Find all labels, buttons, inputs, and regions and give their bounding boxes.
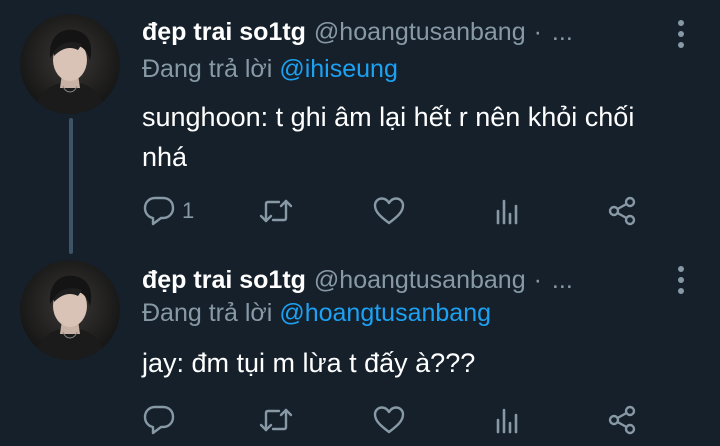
reply-count: 1 [182,198,195,223]
avatar[interactable] [20,260,120,360]
tweet-actions: 1 [142,193,662,229]
retweet-icon [259,199,293,223]
retweet-button[interactable] [258,193,294,229]
share-icon [608,196,636,226]
replying-to-label: Đang trả lời [142,55,273,83]
replying-to: Đang trả lời @ihiseung [142,55,398,84]
reply-button[interactable] [142,402,182,438]
display-name[interactable]: đẹp trai so1tg [142,18,306,47]
user-handle[interactable]: @hoangtusanbang [314,266,526,295]
like-icon [373,197,405,225]
tweet[interactable]: đẹp trai so1tg @hoangtusanbang · ... Đan… [0,0,720,250]
retweet-icon [259,408,293,432]
reply-button[interactable]: 1 [142,193,194,229]
tweet-actions [142,402,662,438]
reply-icon [143,405,175,435]
separator-dot: · [533,17,542,46]
avatar[interactable] [20,14,120,114]
replying-to: Đang trả lời @hoangtusanbang [142,299,491,328]
separator-dot: · [533,265,542,294]
user-handle[interactable]: @hoangtusanbang [314,18,526,47]
stats-button[interactable] [492,402,522,438]
display-name[interactable]: đẹp trai so1tg [142,266,306,295]
tweet-text: sunghoon: t ghi âm lại hết r nên khỏi ch… [142,102,635,172]
more-icon[interactable] [676,20,686,48]
reply-mention-link[interactable]: @hoangtusanbang [279,299,491,327]
truncation-ellipsis: ... [551,17,573,46]
like-icon [373,406,405,434]
stats-icon [496,408,518,434]
stats-button[interactable] [492,193,522,229]
like-button[interactable] [372,193,406,229]
share-button[interactable] [606,193,638,229]
tweet-header: đẹp trai so1tg @hoangtusanbang · ... [142,16,676,48]
reply-mention-link[interactable]: @ihiseung [279,55,398,83]
more-icon[interactable] [676,266,686,294]
truncation-ellipsis: ... [551,265,573,294]
share-icon [608,405,636,435]
tweet[interactable]: đẹp trai so1tg @hoangtusanbang · ... Đan… [0,250,720,446]
reply-icon [143,196,175,226]
tweet-header: đẹp trai so1tg @hoangtusanbang · ... [142,264,676,296]
share-button[interactable] [606,402,638,438]
retweet-button[interactable] [258,402,294,438]
stats-icon [496,199,518,225]
replying-to-label: Đang trả lời [142,299,273,327]
like-button[interactable] [372,402,406,438]
tweet-text: jay: đm tụi m lừa t đấy à??? [142,348,476,378]
